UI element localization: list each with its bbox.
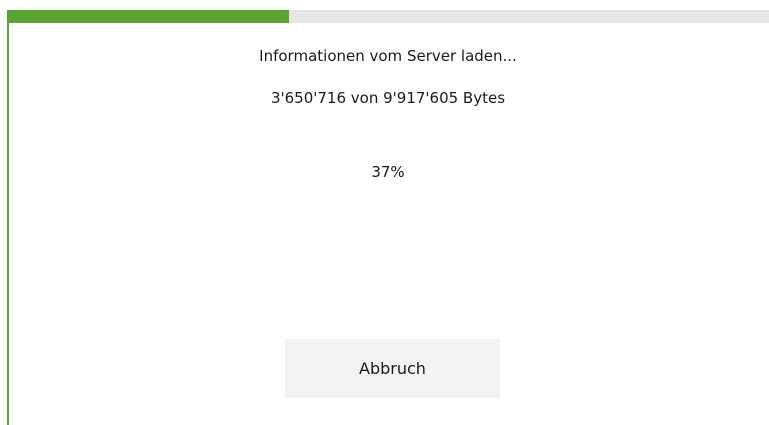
progress-bar bbox=[7, 10, 769, 23]
dialog-left-border bbox=[7, 10, 9, 425]
progress-bar-fill bbox=[7, 10, 289, 23]
download-progress-dialog: Informationen vom Server laden... 3'650'… bbox=[0, 0, 769, 425]
status-text: Informationen vom Server laden... bbox=[259, 47, 517, 65]
cancel-button[interactable]: Abbruch bbox=[285, 339, 500, 398]
bytes-progress-text: 3'650'716 von 9'917'605 Bytes bbox=[270, 89, 506, 107]
percent-text: 37% bbox=[371, 163, 405, 181]
